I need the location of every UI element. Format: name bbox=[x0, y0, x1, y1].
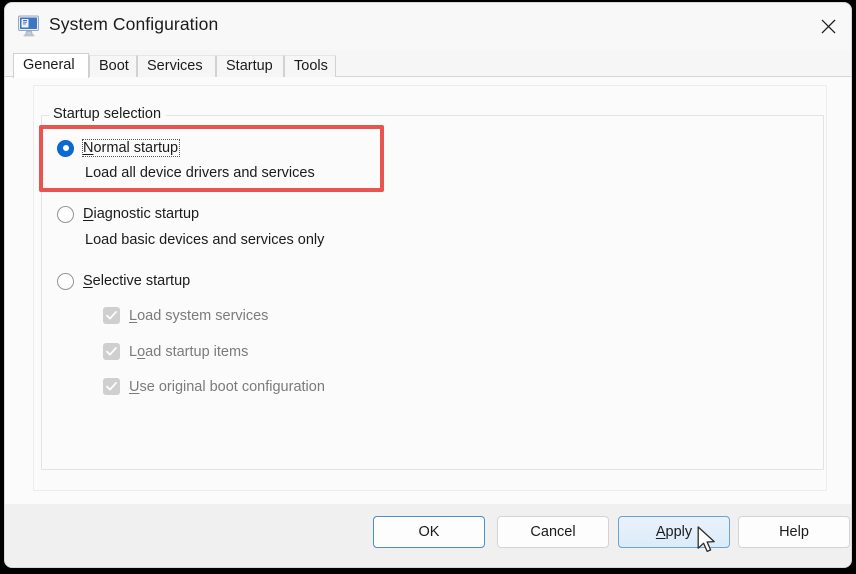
load-system-services-row: Load system services bbox=[103, 307, 268, 324]
checkbox-load-startup-items bbox=[103, 343, 120, 360]
tab-boot[interactable]: Boot bbox=[89, 55, 137, 78]
tab-startup[interactable]: Startup bbox=[216, 55, 284, 78]
help-button[interactable]: Help bbox=[738, 516, 850, 548]
selective-startup-label[interactable]: Selective startup bbox=[82, 272, 192, 290]
radio-button-diagnostic[interactable] bbox=[57, 206, 74, 223]
load-startup-items-row: Load startup items bbox=[103, 343, 248, 360]
accelerator-key: A bbox=[656, 524, 666, 540]
system-configuration-window: System Configuration GeneralBootServices… bbox=[4, 2, 852, 568]
normal-startup-radio-row[interactable]: Normal startup bbox=[57, 139, 180, 157]
label-text: ormal startup bbox=[93, 140, 178, 156]
apply-button[interactable]: Apply bbox=[618, 516, 730, 548]
load-system-services-label: Load system services bbox=[129, 308, 268, 324]
diagnostic-startup-label[interactable]: Diagnostic startup bbox=[82, 205, 201, 223]
use-original-boot-configuration-label: Use original boot configuration bbox=[129, 379, 325, 395]
load-startup-items-label: Load startup items bbox=[129, 344, 248, 360]
ok-button[interactable]: OK bbox=[373, 516, 485, 548]
label-text: oad system services bbox=[137, 308, 268, 324]
label-text: pply bbox=[666, 524, 693, 540]
diagnostic-startup-description: Load basic devices and services only bbox=[85, 232, 324, 248]
checkbox-load-system-services bbox=[103, 307, 120, 324]
selective-startup-radio-row[interactable]: Selective startup bbox=[57, 272, 192, 290]
label-text: L bbox=[129, 344, 137, 360]
monitor-icon bbox=[17, 15, 41, 37]
label-text: iagnostic startup bbox=[93, 206, 199, 222]
accelerator-key: o bbox=[137, 344, 145, 360]
normal-startup-description: Load all device drivers and services bbox=[85, 165, 315, 181]
tab-strip: GeneralBootServicesStartupTools bbox=[5, 50, 851, 77]
radio-button-normal[interactable] bbox=[57, 140, 74, 157]
startup-selection-legend: Startup selection bbox=[49, 106, 166, 122]
radio-button-selective[interactable] bbox=[57, 273, 74, 290]
tab-tools[interactable]: Tools bbox=[284, 55, 336, 78]
accelerator-key: D bbox=[83, 206, 93, 222]
dialog-footer: OK Cancel Apply Help bbox=[5, 504, 852, 568]
accelerator-key: L bbox=[129, 308, 137, 324]
accelerator-key: N bbox=[83, 140, 93, 156]
cancel-button[interactable]: Cancel bbox=[497, 516, 609, 548]
label-text: Cancel bbox=[530, 524, 575, 540]
label-text: se original boot configuration bbox=[139, 379, 324, 395]
label-text: OK bbox=[419, 524, 440, 540]
checkbox-use-original-boot-configuration bbox=[103, 378, 120, 395]
diagnostic-startup-radio-row[interactable]: Diagnostic startup bbox=[57, 205, 201, 223]
accelerator-key: U bbox=[129, 379, 139, 395]
title-bar: System Configuration bbox=[5, 3, 851, 50]
tab-general[interactable]: General bbox=[13, 53, 89, 78]
label-text: Help bbox=[779, 524, 809, 540]
window-title: System Configuration bbox=[49, 14, 218, 35]
label-text: elective startup bbox=[93, 273, 191, 289]
normal-startup-label[interactable]: Normal startup bbox=[82, 139, 180, 157]
use-original-boot-configuration-row: Use original boot configuration bbox=[103, 378, 325, 395]
label-text: ad startup items bbox=[145, 344, 248, 360]
tab-services[interactable]: Services bbox=[137, 55, 216, 78]
accelerator-key: S bbox=[83, 273, 93, 289]
close-icon[interactable] bbox=[805, 3, 851, 49]
